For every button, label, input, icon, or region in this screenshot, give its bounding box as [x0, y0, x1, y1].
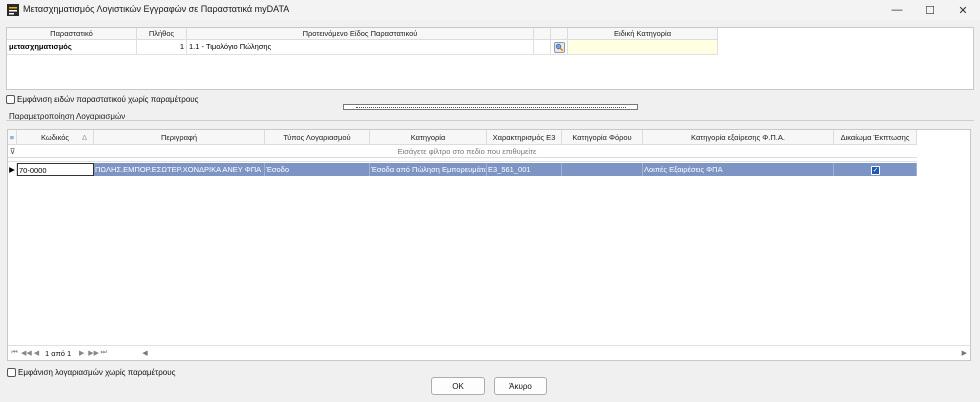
- scroll-left-icon[interactable]: ◀: [142, 349, 147, 357]
- cell-account-type[interactable]: Έσοδο: [265, 163, 370, 176]
- cell-document[interactable]: μετασχηματισμός: [7, 40, 137, 54]
- cell-tax-category[interactable]: [562, 163, 643, 176]
- prev-page-icon[interactable]: ◀◀: [21, 349, 32, 357]
- lookup-cell[interactable]: [551, 40, 568, 54]
- ok-button[interactable]: ΟΚ: [431, 377, 485, 395]
- cell-category[interactable]: Έσοδα από Πώληση Εμπορευμάτων: [370, 163, 487, 176]
- show-doc-types-checkbox[interactable]: [6, 95, 15, 104]
- deduction-right-checkbox[interactable]: ✓: [871, 165, 880, 175]
- column-chooser-icon[interactable]: ≡: [8, 130, 17, 144]
- pager-bar: ⏮ ◀◀ ◀ 1 από 1 ▶ ▶▶ ⏭ ◀ ▶: [8, 345, 970, 360]
- col-category[interactable]: Κατηγορία: [370, 130, 487, 144]
- dialog-window: Μετασχηματισμός Λογιστικών Εγγραφών σε Π…: [0, 0, 980, 402]
- lookup-icon[interactable]: [553, 41, 565, 53]
- filter-hint: Εισάγετε φίλτρο στο πεδίο που επιθυμείτε: [397, 147, 537, 156]
- col-blank-2: [551, 28, 568, 39]
- cell-special-category[interactable]: [568, 40, 718, 54]
- filter-icon: ⊽: [9, 147, 16, 156]
- cell-deduction-right[interactable]: ✓: [834, 163, 917, 176]
- maximize-button[interactable]: ☐: [913, 0, 947, 20]
- document-type-row[interactable]: μετασχηματισμός 1 1.1 - Τιμολόγιο Πώληση…: [7, 40, 718, 55]
- show-accounts-checkbox[interactable]: [7, 368, 16, 377]
- col-code[interactable]: Κωδικός Δ: [17, 130, 94, 144]
- table-row[interactable]: ▶ 70-0000 ΠΩΛΗΣ.ΕΜΠΟΡ.ΕΣΩΤΕΡ.ΧΟΝΔΡΙΚΑ ΑΝ…: [8, 163, 917, 176]
- col-account-type[interactable]: Τύπος Λογαριασμού: [265, 130, 370, 144]
- show-doc-types-option[interactable]: Εμφάνιση ειδών παραστατικού χωρίς παραμέ…: [6, 95, 199, 104]
- prev-record-icon[interactable]: ◀: [32, 349, 41, 357]
- cell-description[interactable]: ΠΩΛΗΣ.ΕΜΠΟΡ.ΕΣΩΤΕΡ.ΧΟΝΔΡΙΚΑ ΑΝΕΥ ΦΠΑ: [94, 163, 265, 176]
- show-doc-types-label: Εμφάνιση ειδών παραστατικού χωρίς παραμέ…: [17, 95, 199, 104]
- col-blank-1: [534, 28, 551, 39]
- cancel-button[interactable]: Άκυρο: [494, 377, 547, 395]
- document-types-grid[interactable]: Παραστατικό Πλήθος Προτεινόμενο Είδος Πα…: [6, 27, 974, 90]
- page-indicator: 1 από 1: [45, 348, 72, 358]
- next-page-icon[interactable]: ▶▶: [88, 349, 99, 357]
- splitter-handle[interactable]: [343, 104, 638, 110]
- row-indicator-icon: ▶: [8, 163, 17, 176]
- accounts-header: ≡ Κωδικός Δ Περιγραφή Τύπος Λογαριασμού …: [8, 130, 917, 145]
- col-vat-exemption[interactable]: Κατηγορία εξαίρεσης Φ.Π.Α.: [643, 130, 834, 144]
- show-accounts-label: Εμφάνιση λογαριασμών χωρίς παραμέτρους: [18, 368, 176, 377]
- group-divider: [6, 120, 974, 121]
- filter-spacer: [8, 158, 917, 162]
- col-count[interactable]: Πλήθος: [137, 28, 187, 39]
- app-icon: [7, 4, 19, 16]
- title-bar: Μετασχηματισμός Λογιστικών Εγγραφών σε Π…: [0, 0, 980, 20]
- filter-row[interactable]: ⊽ Εισάγετε φίλτρο στο πεδίο που επιθυμεί…: [8, 145, 917, 158]
- col-code-label: Κωδικός: [40, 133, 70, 142]
- cell-blank: [534, 40, 551, 54]
- show-accounts-option[interactable]: Εμφάνιση λογαριασμών χωρίς παραμέτρους: [7, 368, 175, 377]
- col-deduction-right[interactable]: Δικαίωμα Έκπτωσης: [834, 130, 917, 144]
- first-record-icon[interactable]: ⏮: [10, 349, 19, 357]
- accounts-grid[interactable]: ≡ Κωδικός Δ Περιγραφή Τύπος Λογαριασμού …: [7, 129, 971, 361]
- col-description[interactable]: Περιγραφή: [94, 130, 265, 144]
- next-record-icon[interactable]: ▶: [77, 349, 86, 357]
- minimize-button[interactable]: —: [880, 0, 914, 20]
- close-button[interactable]: ✕: [946, 0, 980, 20]
- cell-suggested-type[interactable]: 1.1 - Τιμολόγιο Πώλησης: [187, 40, 534, 54]
- last-record-icon[interactable]: ⏭: [99, 349, 108, 357]
- col-tax-category[interactable]: Κατηγορία Φόρου: [562, 130, 643, 144]
- col-document[interactable]: Παραστατικό: [7, 28, 137, 39]
- window-title: Μετασχηματισμός Λογιστικών Εγγραφών σε Π…: [23, 4, 290, 14]
- splitter-grip: [355, 106, 626, 108]
- scroll-right-icon[interactable]: ▶: [962, 349, 967, 357]
- col-e3-characterization[interactable]: Χαρακτηρισμός Ε3: [487, 130, 562, 144]
- col-suggested-type[interactable]: Προτεινόμενο Είδος Παραστατικού: [187, 28, 534, 39]
- cell-vat-exemption[interactable]: Λοιπές Εξαιρέσεις ΦΠΑ: [643, 163, 834, 176]
- sort-icon: Δ: [81, 133, 87, 142]
- cell-e3-characterization[interactable]: Ε3_561_001: [487, 163, 562, 176]
- col-special-category[interactable]: Ειδική Κατηγορία: [568, 28, 718, 39]
- cell-code[interactable]: 70-0000: [17, 163, 94, 176]
- document-types-header: Παραστατικό Πλήθος Προτεινόμενο Είδος Πα…: [7, 28, 718, 40]
- cell-count[interactable]: 1: [137, 40, 187, 54]
